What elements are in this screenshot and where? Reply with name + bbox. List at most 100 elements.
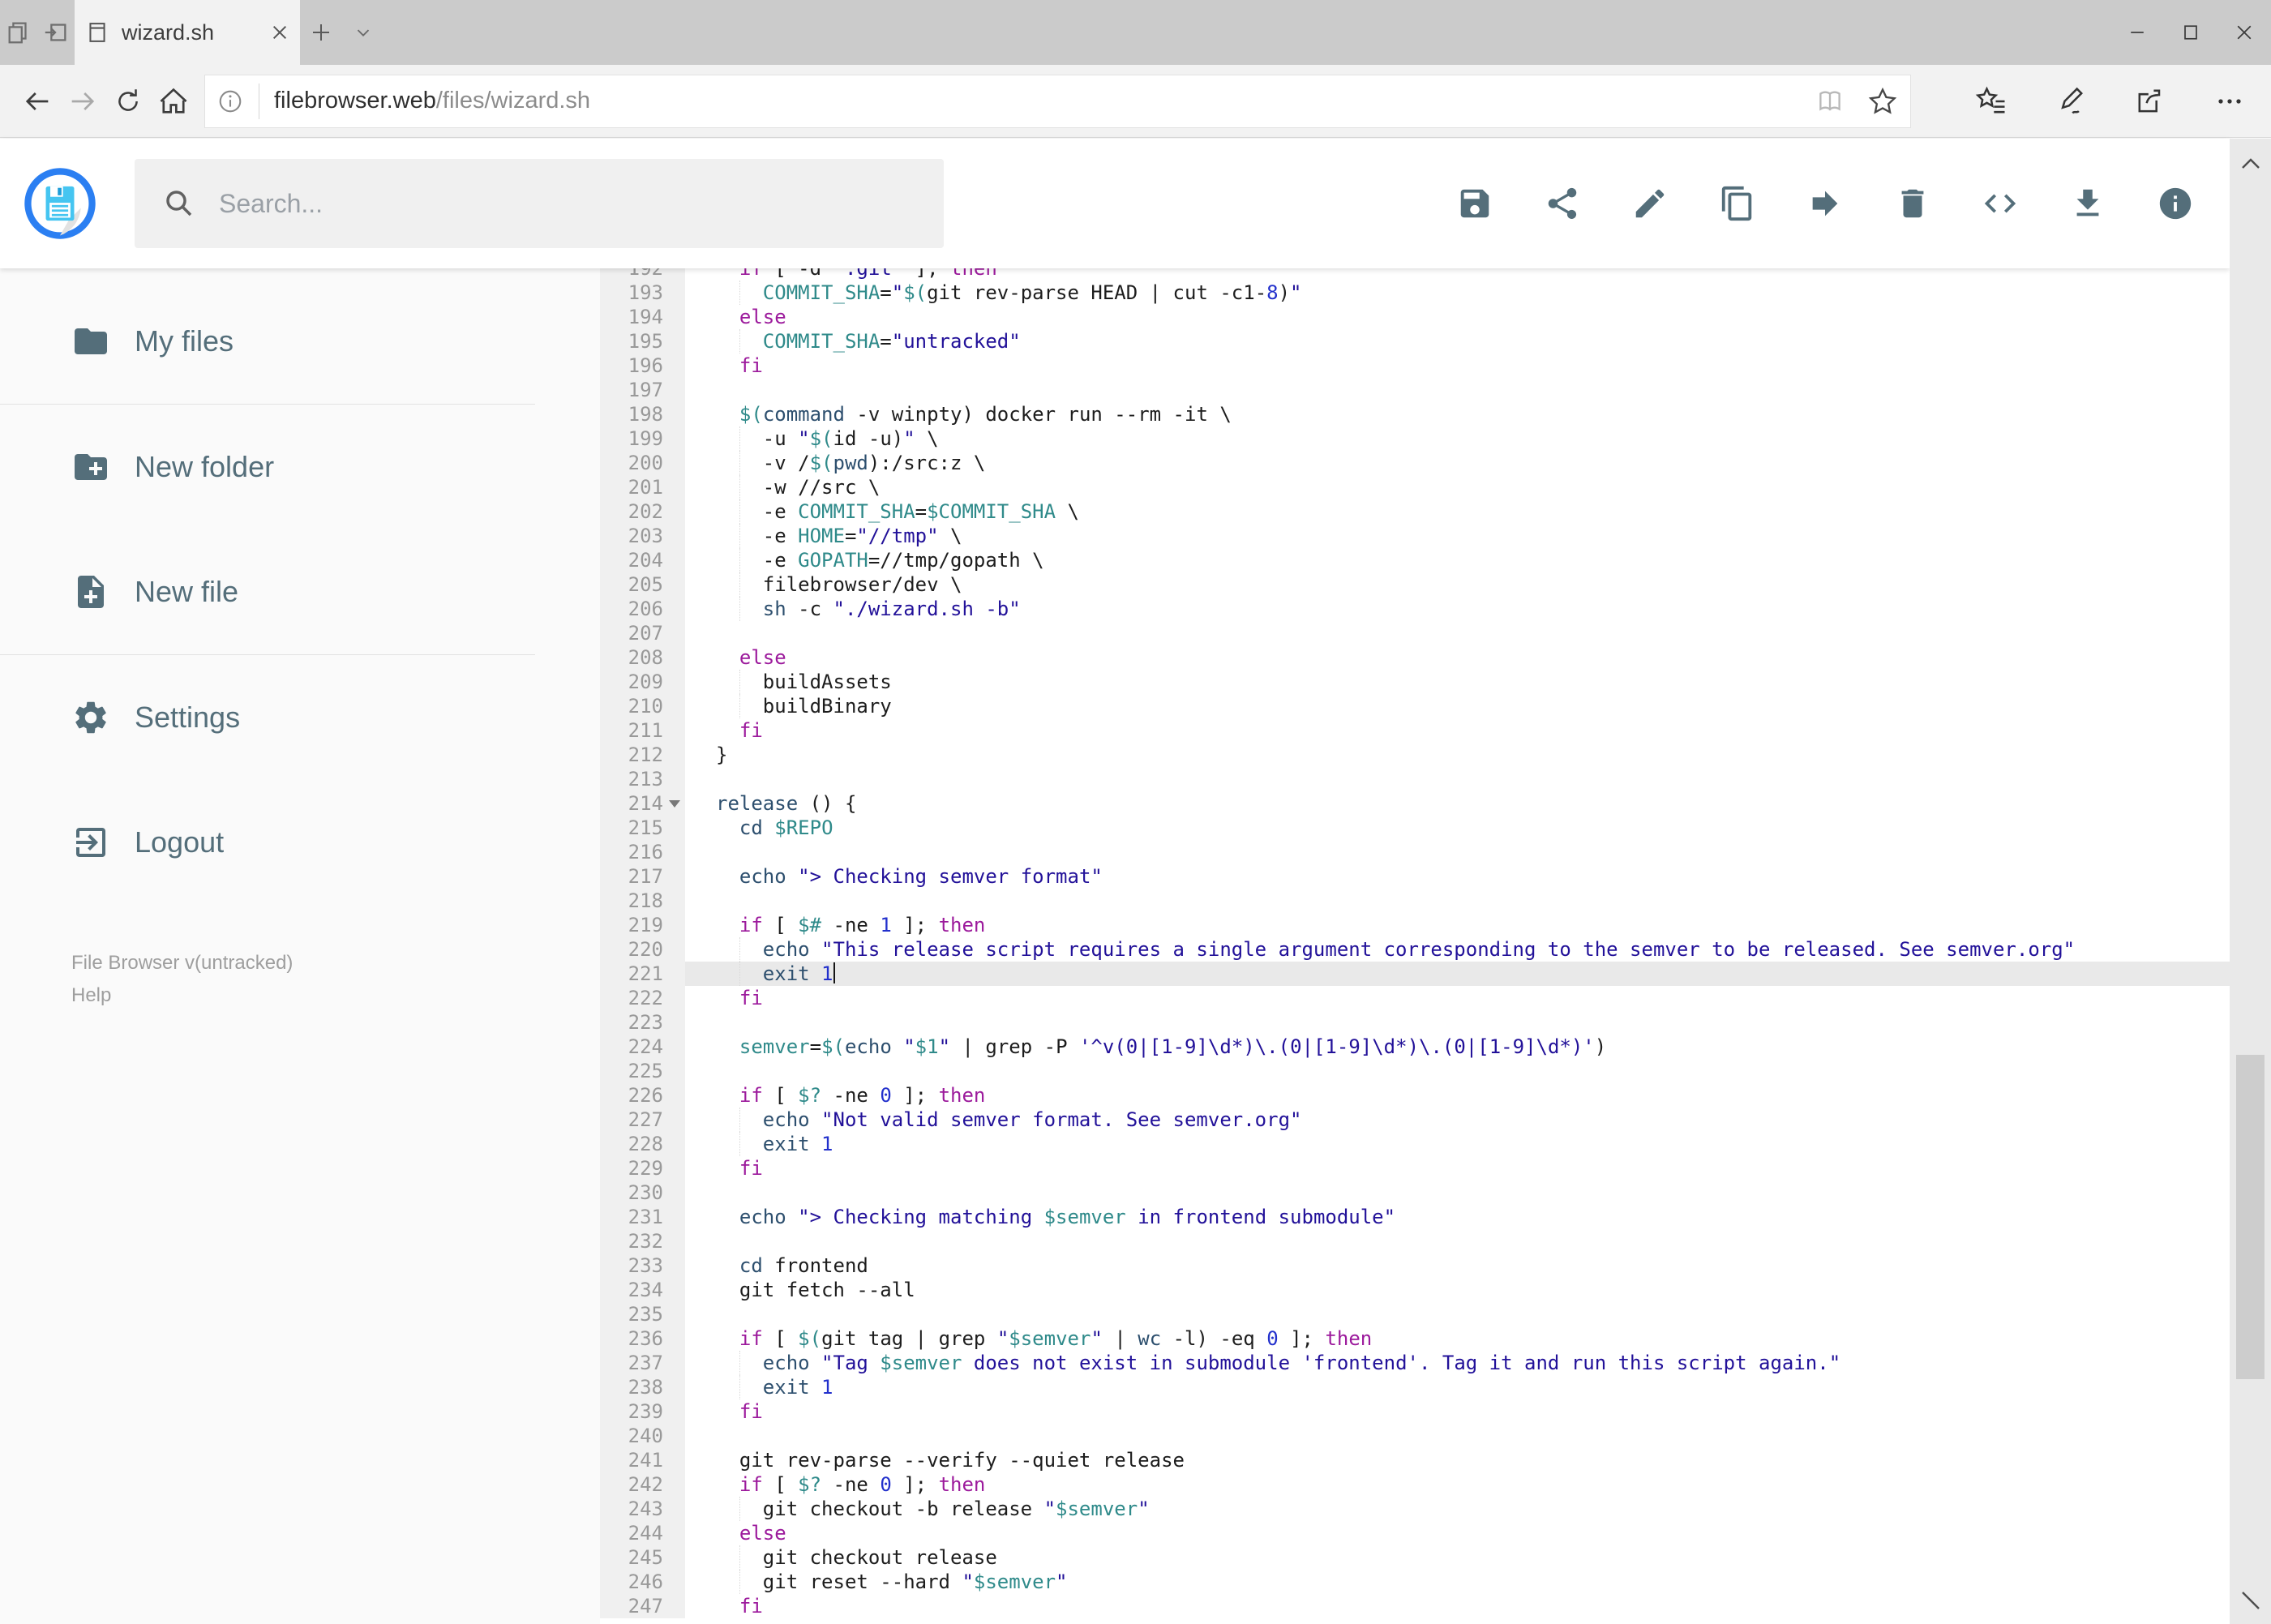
code-line-224[interactable]: 224 semver=$(echo "$1" | grep -P '^v(0|[… — [600, 1035, 2230, 1059]
edit-icon[interactable] — [1631, 185, 1669, 222]
maximize-button[interactable] — [2164, 0, 2217, 65]
code-icon[interactable] — [1982, 185, 2019, 222]
code-line-211[interactable]: 211 fi — [600, 718, 2230, 743]
share-icon[interactable] — [1544, 185, 1581, 222]
code-line-242[interactable]: 242 if [ $? -ne 0 ]; then — [600, 1472, 2230, 1497]
sidebar-item-settings[interactable]: Settings — [0, 655, 600, 780]
code-line-229[interactable]: 229 fi — [600, 1156, 2230, 1181]
help-link[interactable]: Help — [71, 979, 600, 1012]
tab-preview-icon[interactable] — [0, 0, 37, 65]
more-options-icon[interactable] — [2190, 75, 2269, 127]
sidebar-item-new-folder[interactable]: New folder — [0, 405, 600, 529]
search-input[interactable] — [217, 187, 916, 220]
code-editor[interactable]: 192 if [ -d ".git" ]; then 193 COMMIT_SHA… — [600, 268, 2230, 1624]
code-line-210[interactable]: 210 buildBinary — [600, 694, 2230, 718]
code-line-228[interactable]: 228 exit 1 — [600, 1132, 2230, 1156]
code-line-207[interactable]: 207 — [600, 621, 2230, 645]
code-line-237[interactable]: 237 echo "Tag $semver does not exist in … — [600, 1351, 2230, 1375]
tabs-aside-icon[interactable] — [37, 0, 75, 65]
close-button[interactable] — [2217, 0, 2271, 65]
tab-list-chevron-icon[interactable] — [342, 0, 384, 65]
code-line-223[interactable]: 223 — [600, 1010, 2230, 1035]
code-line-246[interactable]: 246 git reset --hard "$semver" — [600, 1570, 2230, 1594]
code-line-234[interactable]: 234 git fetch --all — [600, 1278, 2230, 1302]
tab-close-icon[interactable] — [271, 24, 289, 41]
code-line-200[interactable]: 200 -v /$(pwd):/src:z \ — [600, 451, 2230, 475]
code-line-212[interactable]: 212} — [600, 743, 2230, 767]
code-line-218[interactable]: 218 — [600, 889, 2230, 913]
code-line-220[interactable]: 220 echo "This release script requires a… — [600, 937, 2230, 962]
code-line-235[interactable]: 235 — [600, 1302, 2230, 1326]
code-line-240[interactable]: 240 — [600, 1424, 2230, 1448]
code-line-226[interactable]: 226 if [ $? -ne 0 ]; then — [600, 1083, 2230, 1108]
code-line-239[interactable]: 239 fi — [600, 1399, 2230, 1424]
filebrowser-logo-icon[interactable] — [23, 166, 97, 241]
code-line-208[interactable]: 208 else — [600, 645, 2230, 670]
code-line-230[interactable]: 230 — [600, 1181, 2230, 1205]
code-line-193[interactable]: 193 COMMIT_SHA="$(git rev-parse HEAD | c… — [600, 281, 2230, 305]
code-line-202[interactable]: 202 -e COMMIT_SHA=$COMMIT_SHA \ — [600, 499, 2230, 524]
scroll-down-icon[interactable] — [2230, 1582, 2271, 1619]
code-line-227[interactable]: 227 echo "Not valid semver format. See s… — [600, 1108, 2230, 1132]
code-line-217[interactable]: 217 echo "> Checking semver format" — [600, 864, 2230, 889]
fold-arrow-icon[interactable] — [669, 800, 680, 808]
page-scrollbar[interactable] — [2230, 139, 2271, 1624]
code-line-197[interactable]: 197 — [600, 378, 2230, 402]
page-info-icon[interactable] — [216, 88, 244, 115]
forward-icon[interactable] — [60, 75, 105, 127]
browser-tab[interactable]: wizard.sh — [75, 0, 300, 65]
copy-icon[interactable] — [1719, 185, 1756, 222]
home-icon[interactable] — [151, 75, 196, 127]
web-notes-pen-icon[interactable] — [2031, 75, 2110, 127]
reading-view-icon[interactable] — [1815, 86, 1845, 117]
code-line-233[interactable]: 233 cd frontend — [600, 1253, 2230, 1278]
code-line-215[interactable]: 215 cd $REPO — [600, 816, 2230, 840]
code-line-192[interactable]: 192 if [ -d ".git" ]; then — [600, 268, 2230, 281]
scrollbar-thumb[interactable] — [2236, 1055, 2265, 1379]
code-line-219[interactable]: 219 if [ $# -ne 1 ]; then — [600, 913, 2230, 937]
refresh-icon[interactable] — [105, 75, 151, 127]
move-icon[interactable] — [1806, 185, 1844, 222]
sidebar-item-new-file[interactable]: New file — [0, 529, 600, 654]
share-page-icon[interactable] — [2110, 75, 2190, 127]
hub-favorites-icon[interactable] — [1952, 75, 2031, 127]
code-line-238[interactable]: 238 exit 1 — [600, 1375, 2230, 1399]
delete-icon[interactable] — [1894, 185, 1931, 222]
code-line-205[interactable]: 205 filebrowser/dev \ — [600, 572, 2230, 597]
code-line-199[interactable]: 199 -u "$(id -u)" \ — [600, 426, 2230, 451]
code-line-214[interactable]: 214 release () { — [600, 791, 2230, 816]
minimize-button[interactable] — [2110, 0, 2164, 65]
code-line-209[interactable]: 209 buildAssets — [600, 670, 2230, 694]
scroll-up-icon[interactable] — [2230, 145, 2271, 182]
code-line-222[interactable]: 222 fi — [600, 986, 2230, 1010]
code-line-198[interactable]: 198 $(command -v winpty) docker run --rm… — [600, 402, 2230, 426]
code-line-221[interactable]: 221 exit 1 — [600, 962, 2230, 986]
code-line-194[interactable]: 194 else — [600, 305, 2230, 329]
search-box[interactable] — [135, 159, 944, 248]
code-line-216[interactable]: 216 — [600, 840, 2230, 864]
code-line-236[interactable]: 236 if [ $(git tag | grep "$semver" | wc… — [600, 1326, 2230, 1351]
back-icon[interactable] — [15, 75, 60, 127]
code-line-241[interactable]: 241 git rev-parse --verify --quiet relea… — [600, 1448, 2230, 1472]
url-bar[interactable]: filebrowser.web/files/wizard.sh — [204, 74, 1911, 128]
code-line-196[interactable]: 196 fi — [600, 354, 2230, 378]
download-icon[interactable] — [2069, 185, 2106, 222]
code-line-232[interactable]: 232 — [600, 1229, 2230, 1253]
url-text[interactable]: filebrowser.web/files/wizard.sh — [274, 88, 590, 114]
code-line-245[interactable]: 245 git checkout release — [600, 1545, 2230, 1570]
code-line-231[interactable]: 231 echo "> Checking matching $semver in… — [600, 1205, 2230, 1229]
code-line-225[interactable]: 225 — [600, 1059, 2230, 1083]
sidebar-item-my-files[interactable]: My files — [0, 279, 600, 404]
sidebar-item-logout[interactable]: Logout — [0, 780, 600, 905]
save-icon[interactable] — [1456, 185, 1493, 222]
info-icon[interactable] — [2157, 185, 2194, 222]
code-line-204[interactable]: 204 -e GOPATH=//tmp/gopath \ — [600, 548, 2230, 572]
code-line-195[interactable]: 195 COMMIT_SHA="untracked" — [600, 329, 2230, 354]
favorite-star-icon[interactable] — [1866, 85, 1899, 118]
code-line-247[interactable]: 247 fi — [600, 1594, 2230, 1618]
code-line-206[interactable]: 206 sh -c "./wizard.sh -b" — [600, 597, 2230, 621]
code-line-203[interactable]: 203 -e HOME="//tmp" \ — [600, 524, 2230, 548]
code-line-243[interactable]: 243 git checkout -b release "$semver" — [600, 1497, 2230, 1521]
code-line-213[interactable]: 213 — [600, 767, 2230, 791]
code-line-201[interactable]: 201 -w //src \ — [600, 475, 2230, 499]
